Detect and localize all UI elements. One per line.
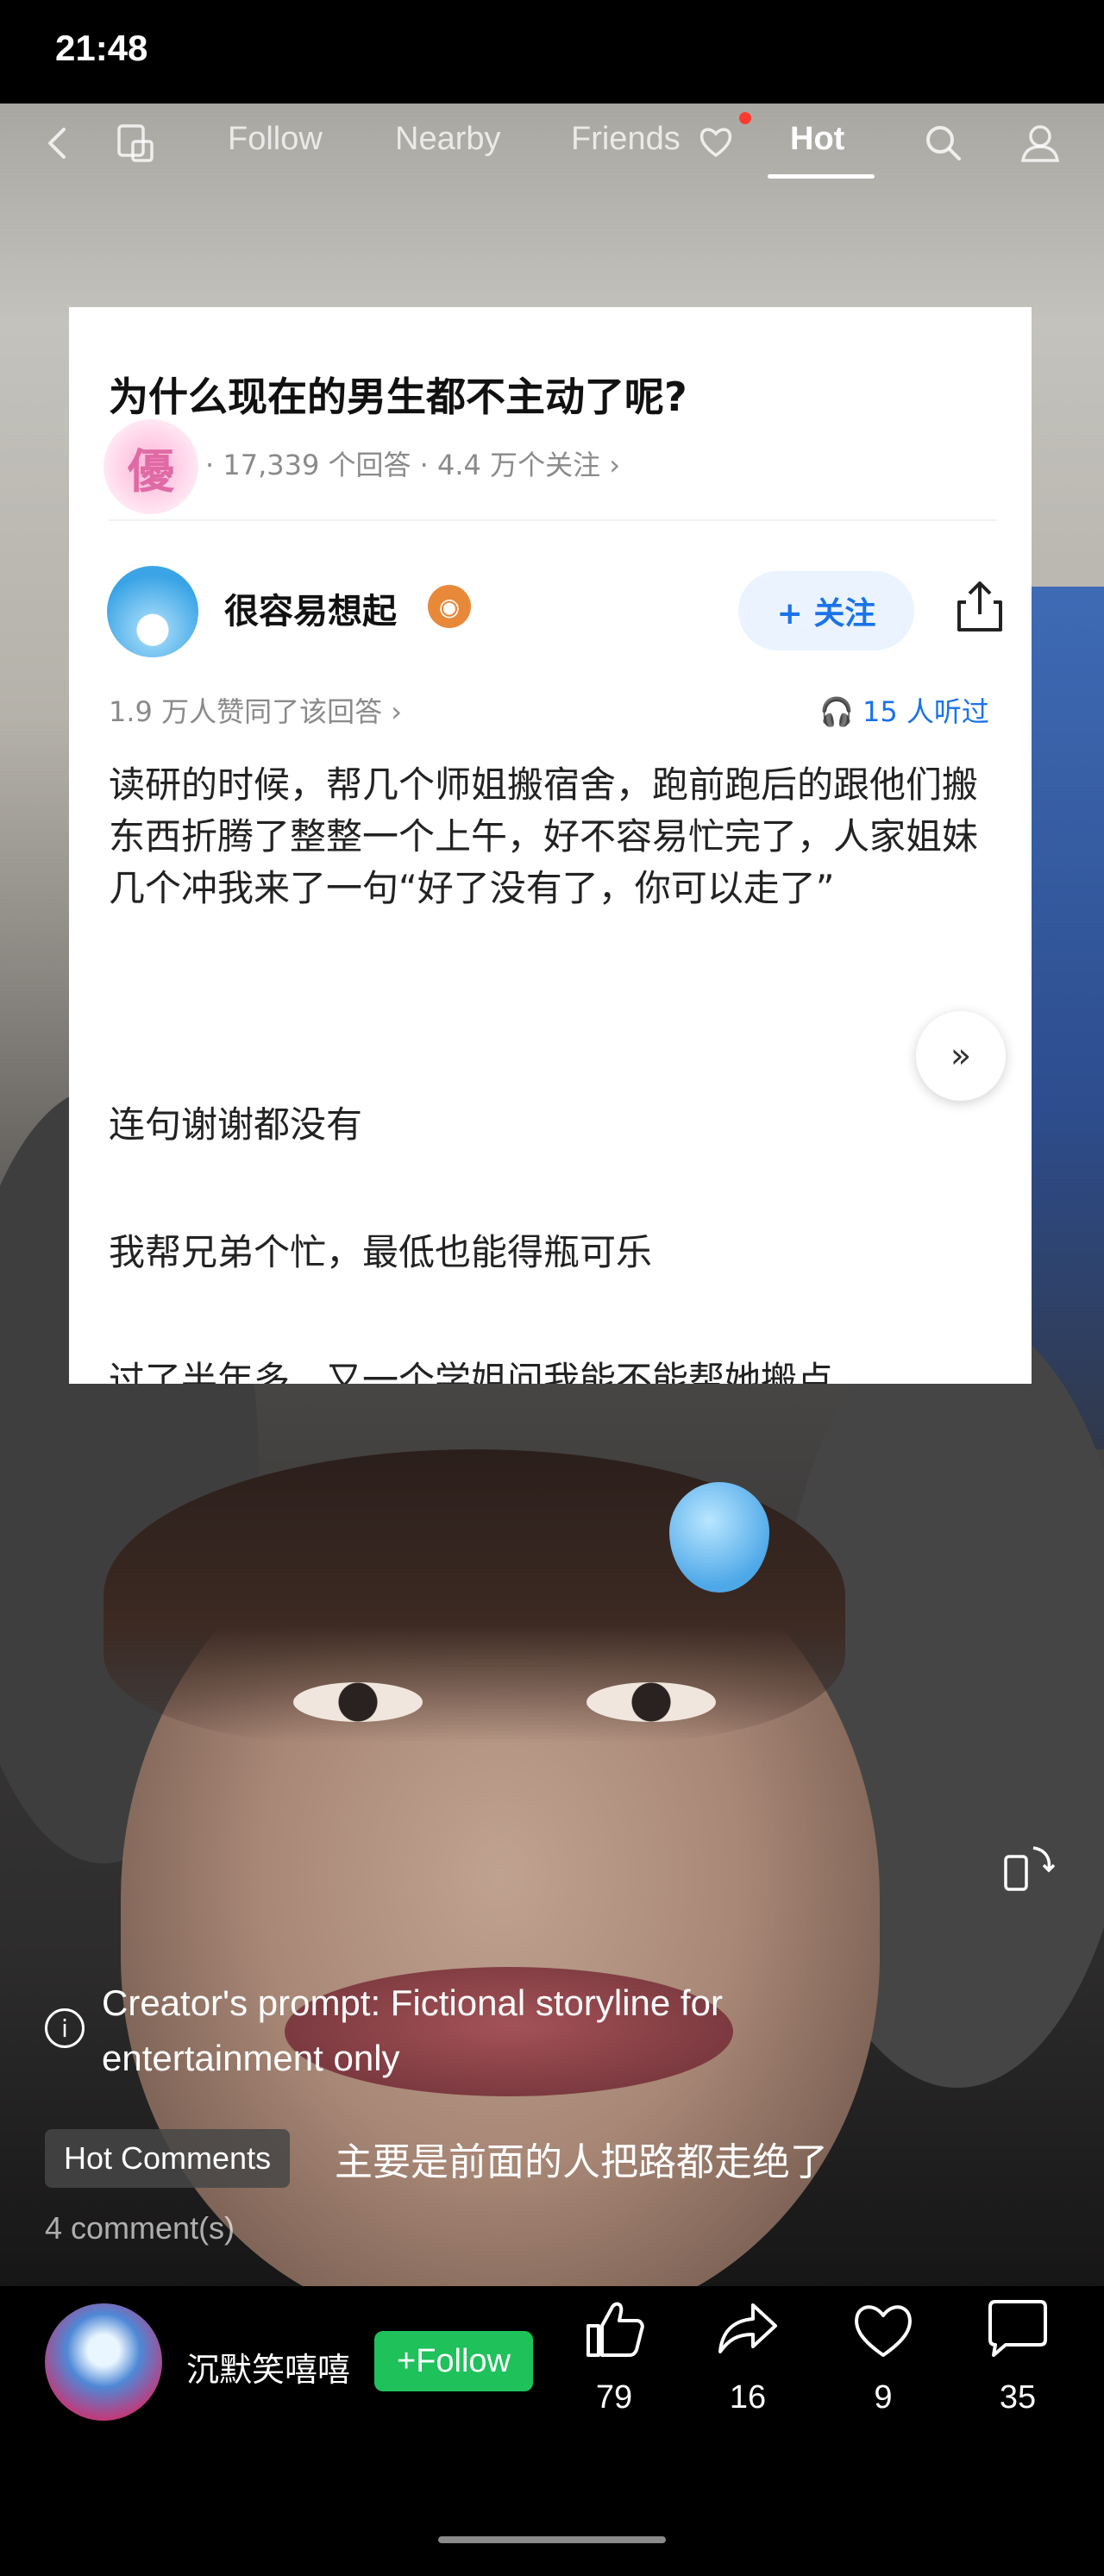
comment-bubble-icon: [988, 2300, 1047, 2357]
listen-count: 🎧 15 人听过: [819, 690, 989, 730]
author-avatar: [107, 566, 198, 657]
bottom-bar: 沉默笑嘻嘻 +Follow 79 16 9 35: [0, 2286, 1104, 2576]
favorite-count: 9: [874, 2379, 893, 2416]
tab-hot[interactable]: Hot: [790, 121, 844, 158]
author-name: 很容易想起: [224, 592, 397, 631]
answer-paragraph: 我帮兄弟个忙，最低也能得瓶可乐: [109, 1231, 653, 1273]
agree-count: 1.9 万人赞同了该回答 ›: [109, 695, 403, 728]
comment-total: 35: [999, 2379, 1037, 2416]
answer-paragraph: 连句谢谢都没有: [109, 1103, 363, 1146]
answer-paragraph: 过了半年多，又一个学姐问我能不能帮她搬点: [109, 1359, 834, 1384]
question-meta: · 17,339 个回答 · 4.4 万个关注 ›: [205, 449, 621, 481]
share-icon: [957, 581, 1002, 631]
tab-follow[interactable]: Follow: [228, 121, 323, 158]
user-avatar[interactable]: [45, 2303, 162, 2421]
comment-button[interactable]: 35: [966, 2295, 1070, 2416]
divider: [109, 519, 997, 521]
share-arrow-icon: [718, 2303, 777, 2353]
question-screenshot-card: 为什么现在的男生都不主动了呢? 優 · 17,339 个回答 · 4.4 万个关…: [69, 307, 1032, 1384]
active-tab-indicator: [768, 174, 875, 179]
profile-icon[interactable]: [1016, 119, 1064, 167]
back-icon[interactable]: [34, 119, 83, 167]
home-indicator[interactable]: [438, 2536, 666, 2543]
quality-badge: 優: [104, 419, 198, 514]
eye-image: [586, 1682, 716, 1722]
headphone-icon: 🎧: [819, 695, 854, 728]
share-count: 16: [729, 2379, 767, 2416]
comment-count[interactable]: 4 comment(s): [45, 2210, 235, 2246]
creator-notice-text: Creator's prompt: Fictional storyline fo…: [102, 1982, 723, 2078]
rotate-screen-icon[interactable]: [1000, 1839, 1056, 1894]
hot-comments-chip[interactable]: Hot Comments: [45, 2129, 291, 2188]
share-button[interactable]: 16: [696, 2295, 800, 2416]
eye-image: [293, 1682, 423, 1722]
mirror-icon[interactable]: [112, 119, 160, 167]
like-count: 79: [595, 2379, 633, 2416]
heart-icon: [699, 128, 732, 158]
like-button[interactable]: 79: [562, 2295, 666, 2416]
author-follow-button: + 关注: [738, 571, 914, 650]
notification-dot: [739, 112, 751, 124]
search-icon[interactable]: [919, 119, 968, 167]
listen-count-text: 15 人听过: [862, 695, 989, 728]
status-bar: 21:48: [0, 0, 1104, 104]
info-icon: i: [45, 2008, 85, 2048]
top-nav: Follow Nearby Friends Hot: [0, 104, 1104, 198]
top-comment-text[interactable]: 主要是前面的人把路都走绝了: [335, 2131, 828, 2186]
tab-friends[interactable]: Friends: [571, 121, 681, 158]
question-title: 为什么现在的男生都不主动了呢?: [109, 374, 687, 420]
heart-icon: [855, 2305, 912, 2357]
tab-nearby[interactable]: Nearby: [395, 121, 501, 158]
answer-paragraph: 读研的时候，帮几个师姐搬宿舍，跑前跑后的跟他们搬东西折腾了整整一个上午，好不容易…: [109, 763, 979, 909]
follow-button[interactable]: +Follow: [374, 2331, 533, 2391]
expand-chevron-icon: »: [916, 1011, 1006, 1101]
author-badge-icon: ◉: [428, 585, 471, 628]
username[interactable]: 沉默笑嘻嘻: [186, 2343, 350, 2391]
thumbs-up-icon: [586, 2302, 644, 2357]
status-time: 21:48: [55, 28, 148, 68]
favorite-button[interactable]: 9: [831, 2295, 935, 2416]
